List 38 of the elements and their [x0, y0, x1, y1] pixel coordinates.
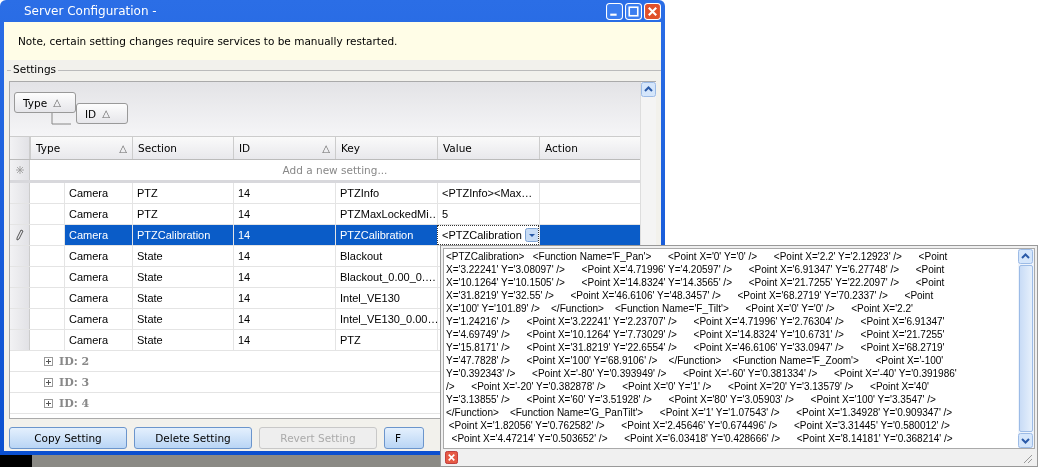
table-cell: 14 [233, 204, 335, 224]
table-cell: Intel_VE130 [335, 288, 437, 308]
table-cell: <PTZInfo><Max… [437, 183, 539, 203]
table-cell: PTZ [335, 330, 437, 350]
table-cell: PTZ [132, 204, 233, 224]
table-cell: Camera [64, 204, 132, 224]
table-cell: Camera [64, 225, 132, 245]
table-cell: 14 [233, 288, 335, 308]
table-cell: PTZInfo [335, 183, 437, 203]
table-cell: 14 [233, 309, 335, 329]
table-cell: 14 [233, 246, 335, 266]
table-cell: 14 [233, 225, 335, 245]
table-cell: PTZ [132, 183, 233, 203]
table-cell: Blackout [335, 246, 437, 266]
table-cell: State [132, 330, 233, 350]
table-cell: 14 [233, 330, 335, 350]
table-cell: PTZCalibration [132, 225, 233, 245]
table-cell: 14 [233, 183, 335, 203]
table-cell: Camera [64, 288, 132, 308]
table-cell: Camera [64, 309, 132, 329]
window-title: Server Configuration - [24, 4, 157, 18]
table-cell: Blackout_0.00_0.… [335, 267, 437, 287]
groupbox-title: Settings [11, 63, 59, 75]
table-cell: PTZCalibration [335, 225, 437, 245]
table-cell: Camera [64, 330, 132, 350]
table-cell: 5 [437, 204, 539, 224]
table-cell: State [132, 267, 233, 287]
note-text: Note, certain setting changes require services to be manually restarted. [18, 35, 398, 47]
table-cell-text: <PTZCalibration [442, 228, 522, 243]
table-cell: Intel_VE130_0.00… [335, 309, 437, 329]
table-cell: Camera [64, 267, 132, 287]
table-cell: 14 [233, 267, 335, 287]
table-cell: State [132, 288, 233, 308]
table-cell: State [132, 309, 233, 329]
table-cell: State [132, 246, 233, 266]
table-cell: PTZMaxLockedMi… [335, 204, 437, 224]
table-cell: Camera [64, 183, 132, 203]
table-cell: Camera [64, 246, 132, 266]
